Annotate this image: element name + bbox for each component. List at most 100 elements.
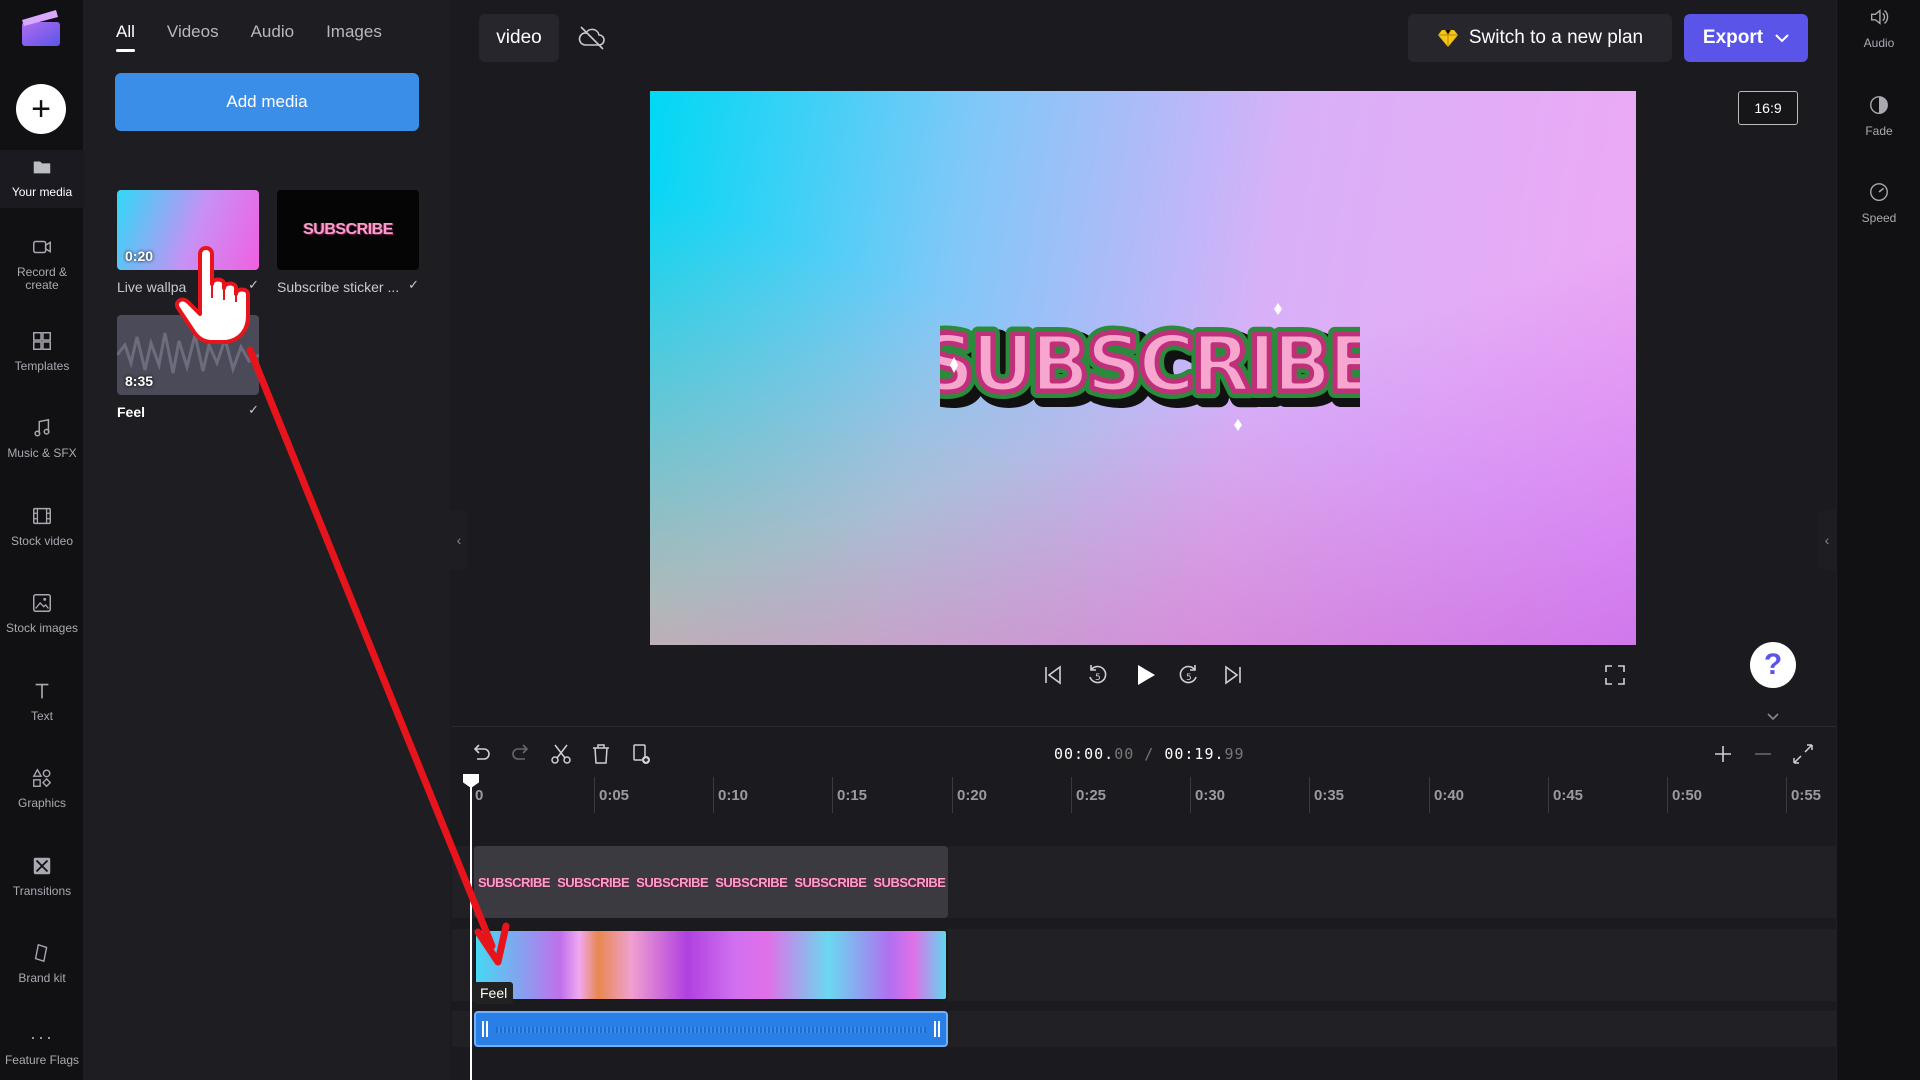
rail-templates[interactable]: Templates <box>0 330 84 373</box>
rail-stock-images[interactable]: Stock images <box>0 592 84 635</box>
rail-fade[interactable]: Fade <box>1837 94 1920 138</box>
tab-all[interactable]: All <box>116 22 135 52</box>
tick-label: 0:20 <box>957 787 988 804</box>
total-time: 00:19. <box>1164 745 1225 763</box>
text-icon <box>35 683 49 699</box>
check-icon: ✓ <box>408 277 419 292</box>
export-button[interactable]: Export <box>1684 14 1808 62</box>
chevron-down-icon[interactable] <box>1766 712 1780 722</box>
sticker-clip[interactable]: SUBSCRIBE SUBSCRIBE SUBSCRIBE SUBSCRIBE … <box>474 846 948 918</box>
speed-icon <box>1870 183 1888 201</box>
diamond-icon <box>1437 29 1458 47</box>
app-logo-icon[interactable] <box>20 8 62 48</box>
forward-5-icon[interactable]: 5 <box>1176 662 1202 688</box>
rail-transitions[interactable]: Transitions <box>0 855 84 898</box>
ruler-tick: 0:35 <box>1309 777 1344 813</box>
shapes-icon <box>32 768 52 788</box>
camera-icon <box>33 240 51 254</box>
image-icon <box>33 594 51 612</box>
rail-audio[interactable]: Audio <box>1837 6 1920 50</box>
transitions-icon <box>33 857 51 875</box>
media-item-live-wallpaper[interactable]: 0:20 Live wallpa ✓ <box>117 190 259 295</box>
rail-feature-flags[interactable]: ··· Feature Flags <box>0 1028 84 1067</box>
sticker-clip-frame: SUBSCRIBE <box>715 874 788 890</box>
media-thumbnail: 8:35 <box>117 315 259 395</box>
tick-label: 0:10 <box>718 787 749 804</box>
audio-clip-label: Feel <box>474 982 514 1004</box>
rail-label: Transitions <box>12 884 72 898</box>
aspect-ratio-button[interactable]: 16:9 <box>1738 91 1798 125</box>
rail-speed[interactable]: Speed <box>1837 181 1920 225</box>
tab-videos[interactable]: Videos <box>167 22 219 42</box>
check-icon: ✓ <box>248 402 259 417</box>
zoom-out-icon[interactable] <box>1750 741 1776 767</box>
switch-plan-button[interactable]: Switch to a new plan <box>1408 14 1672 62</box>
current-time: 00:00. <box>1054 745 1115 763</box>
undo-icon[interactable] <box>468 741 494 767</box>
audio-clip[interactable] <box>474 1011 948 1047</box>
timeline-ruler[interactable]: 0 0:05 0:10 0:15 0:20 0:25 0:30 0:35 0:4… <box>452 777 1836 813</box>
rail-label: Stock images <box>5 621 79 635</box>
ruler-tick: 0:30 <box>1190 777 1225 813</box>
add-media-button[interactable]: Add media <box>115 73 419 131</box>
rail-music-sfx[interactable]: Music & SFX <box>0 417 84 460</box>
media-panel: All Videos Audio Images Add media 0:20 L… <box>84 0 450 1080</box>
media-item-feel[interactable]: 8:35 Feel ✓ <box>117 315 259 420</box>
help-button[interactable]: ? <box>1750 642 1796 688</box>
collapse-right-panel-button[interactable]: ‹ <box>1818 510 1836 570</box>
video-preview[interactable]: SUBSCRIBE SUBSCRIBE SUBSCRIBE <box>650 91 1636 645</box>
timeline-toolbar <box>468 741 654 767</box>
sticker-thumbnail-text: SUBSCRIBE <box>303 221 393 238</box>
tab-images[interactable]: Images <box>326 22 382 42</box>
media-name: Live wallpa <box>117 279 187 295</box>
app-window: + Your media Record & create Templates M… <box>0 0 1920 1080</box>
media-item-subscribe-sticker[interactable]: SUBSCRIBE Subscribe sticker ... ✓ <box>277 190 419 295</box>
rail-graphics[interactable]: Graphics <box>0 767 84 810</box>
ruler-tick: 0:15 <box>832 777 867 813</box>
create-new-button[interactable]: + <box>16 84 66 134</box>
templates-icon <box>33 332 51 350</box>
sticker-clip-frame: SUBSCRIBE <box>794 874 867 890</box>
audio-waveform <box>496 1027 926 1033</box>
duration-badge: 0:20 <box>125 248 154 264</box>
folder-icon <box>33 161 51 174</box>
play-icon[interactable] <box>1130 660 1160 690</box>
fullscreen-icon[interactable] <box>1602 662 1628 688</box>
project-name-field[interactable]: video <box>479 14 559 62</box>
film-icon <box>33 507 51 525</box>
duplicate-icon[interactable] <box>628 741 654 767</box>
cloud-off-icon[interactable] <box>578 25 606 51</box>
ruler-tick: 0:40 <box>1429 777 1464 813</box>
fit-timeline-icon[interactable] <box>1790 741 1816 767</box>
rail-stock-video[interactable]: Stock video <box>0 505 84 548</box>
right-rail: Audio Fade Speed <box>1836 0 1920 1080</box>
rail-your-media[interactable]: Your media <box>0 150 84 208</box>
video-clip[interactable] <box>474 929 948 1001</box>
delete-icon[interactable] <box>588 741 614 767</box>
total-time-fraction: 99 <box>1224 745 1245 763</box>
rail-brand-kit[interactable]: Brand kit <box>0 942 84 985</box>
subscribe-sticker[interactable]: SUBSCRIBE SUBSCRIBE SUBSCRIBE <box>940 301 1360 441</box>
zoom-controls <box>1710 741 1816 767</box>
trim-handle-right[interactable] <box>934 1021 940 1037</box>
skip-back-icon[interactable] <box>1040 662 1066 688</box>
tab-audio[interactable]: Audio <box>251 22 294 42</box>
rail-record-create[interactable]: Record & create <box>0 236 84 292</box>
playhead[interactable] <box>470 776 472 1080</box>
collapse-left-panel-button[interactable]: ‹ <box>450 510 468 570</box>
skip-forward-icon[interactable] <box>1220 662 1246 688</box>
rail-label: Feature Flags <box>4 1053 80 1067</box>
rail-label: Your media <box>11 185 73 199</box>
ruler-tick: 0:45 <box>1548 777 1583 813</box>
rail-text[interactable]: Text <box>0 680 84 723</box>
cut-icon[interactable] <box>548 741 574 767</box>
timeline: 00:00.00 / 00:19.99 0 0:05 0:10 0:15 0:2… <box>452 726 1836 1080</box>
tick-label: 0:15 <box>837 787 868 804</box>
zoom-in-icon[interactable] <box>1710 741 1736 767</box>
trim-handle-left[interactable] <box>482 1021 488 1037</box>
svg-text:5: 5 <box>1095 673 1101 683</box>
tick-label: 0:45 <box>1553 787 1584 804</box>
redo-icon[interactable] <box>508 741 534 767</box>
rail-label: Templates <box>14 359 70 373</box>
rewind-5-icon[interactable]: 5 <box>1084 662 1110 688</box>
